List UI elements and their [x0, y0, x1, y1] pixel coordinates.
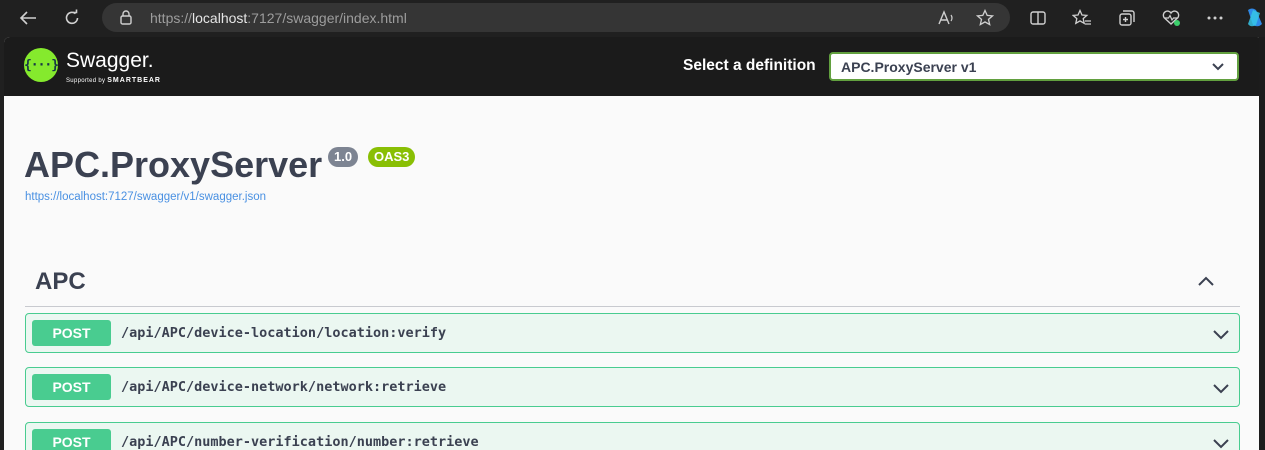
- swagger-json-link[interactable]: https://localhost:7127/swagger/v1/swagge…: [25, 191, 266, 203]
- swagger-logo-text: Swagger.: [66, 49, 154, 72]
- back-arrow-icon: [19, 11, 36, 25]
- method-badge: POST: [32, 429, 111, 450]
- operation-block[interactable]: POST /api/APC/number-verification/number…: [25, 422, 1240, 450]
- operation-path: /api/APC/device-network/network:retrieve: [121, 379, 447, 395]
- definition-select[interactable]: APC.ProxyServer v1: [829, 52, 1239, 81]
- operation-block[interactable]: POST /api/APC/device-network/network:ret…: [25, 367, 1240, 407]
- url-text: https://localhost:7127/swagger/index.htm…: [150, 10, 407, 26]
- refresh-icon: [65, 9, 79, 25]
- copilot-icon: [1248, 8, 1262, 27]
- definition-select-label: Select a definition: [683, 57, 816, 74]
- copilot-button[interactable]: [1244, 6, 1265, 30]
- version-badge: 1.0: [328, 147, 359, 167]
- method-badge: POST: [32, 374, 111, 400]
- swagger-topbar: {···} Swagger. Supported by SMARTBEAR Se…: [4, 37, 1263, 96]
- swagger-logo-icon: {···}: [24, 48, 59, 82]
- definition-select-value: APC.ProxyServer v1: [841, 59, 977, 75]
- more-dots-icon: [1207, 16, 1223, 20]
- browser-toolbar: https://localhost:7127/swagger/index.htm…: [0, 0, 1265, 37]
- chevron-down-icon[interactable]: [1211, 433, 1231, 450]
- operation-block[interactable]: POST /api/APC/device-location/location:v…: [25, 313, 1240, 353]
- chevron-down-icon[interactable]: [1211, 324, 1231, 344]
- favorites-button[interactable]: [1069, 6, 1095, 30]
- back-button[interactable]: [15, 6, 41, 30]
- operation-path: /api/APC/device-location/location:verify: [121, 325, 447, 341]
- chevron-down-icon: [1212, 63, 1224, 71]
- page-scrollbar[interactable]: [1259, 37, 1265, 450]
- browser-essentials-button[interactable]: [1158, 6, 1184, 30]
- method-badge: POST: [32, 320, 111, 346]
- collections-icon: [1119, 10, 1135, 26]
- operation-path: /api/APC/number-verification/number:retr…: [121, 434, 479, 450]
- favorites-icon: [1072, 9, 1091, 25]
- collections-button[interactable]: [1114, 6, 1140, 30]
- split-screen-icon: [1030, 11, 1046, 25]
- address-bar[interactable]: https://localhost:7127/swagger/index.htm…: [102, 3, 1010, 32]
- api-title: APC.ProxyServer: [24, 144, 323, 185]
- smartbear-tagline: Supported by SMARTBEAR: [66, 77, 161, 84]
- favorite-star-icon[interactable]: [976, 9, 994, 27]
- oas-badge: OAS3: [368, 147, 416, 167]
- lock-icon: [120, 10, 132, 25]
- chevron-up-icon[interactable]: [1196, 271, 1216, 291]
- tag-section-header[interactable]: APC: [25, 259, 1240, 307]
- tag-name: APC: [35, 268, 86, 295]
- swagger-page: {···} Swagger. Supported by SMARTBEAR Se…: [4, 37, 1263, 450]
- more-menu-button[interactable]: [1202, 6, 1228, 30]
- refresh-button[interactable]: [59, 6, 85, 30]
- chevron-down-icon[interactable]: [1211, 378, 1231, 398]
- read-aloud-icon[interactable]: [938, 10, 956, 26]
- heart-pulse-icon: [1162, 10, 1180, 26]
- split-screen-button[interactable]: [1025, 6, 1051, 30]
